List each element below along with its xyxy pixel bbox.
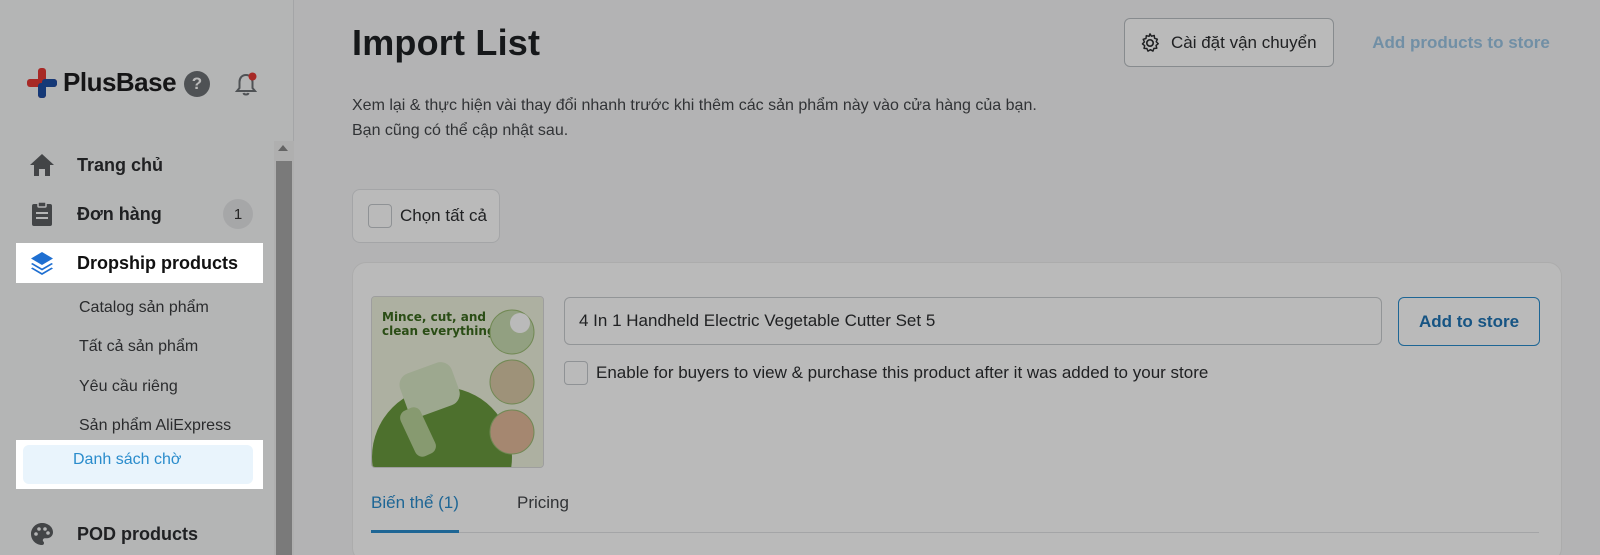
enable-purchase-label: Enable for buyers to view & purchase thi… [596,363,1209,382]
sidebar-subitem-label: Danh sách chờ [73,451,182,468]
svg-text:clean everything: clean everything [382,324,496,338]
add-products-to-store-button[interactable]: Add products to store [1342,18,1580,67]
product-title-input[interactable]: 4 In 1 Handheld Electric Vegetable Cutte… [564,297,1382,345]
select-all-label: Chọn tất cả [400,206,487,225]
description-line-1: Xem lại & thực hiện vài thay đổi nhanh t… [352,97,1037,114]
home-icon [29,152,55,178]
sidebar-subitem-aliexpress[interactable]: Sản phẩm AliExpress [79,417,231,435]
main-content: Import List Cài đặt vận chuyển Add produ… [294,0,1600,555]
gear-icon [1141,32,1159,52]
select-all-checkbox[interactable] [368,204,392,228]
plusbase-logo-icon [27,67,57,98]
enable-purchase-checkbox[interactable] [564,361,588,385]
product-tabs: Biến thể (1) Pricing [371,485,1539,533]
sidebar-item-label: Dropship products [77,252,238,273]
palette-icon [29,521,55,547]
product-card: Mince, cut, and clean everything 4 In 1 … [352,262,1562,555]
description-line-2: Bạn cũng có thể cập nhật sau. [352,122,569,139]
sidebar-item-dropship-products[interactable]: Dropship products [16,243,263,283]
sidebar-subitem-all-products[interactable]: Tất cả sản phẩm [79,338,198,356]
notification-bell-icon[interactable] [233,72,259,98]
sidebar-item-label: POD products [77,523,199,544]
sidebar-subitem-catalog[interactable]: Catalog sản phẩm [79,299,209,317]
sidebar-scrollbar[interactable] [274,141,294,555]
enable-purchase-option[interactable]: Enable for buyers to view & purchase thi… [564,361,1208,385]
product-image[interactable]: Mince, cut, and clean everything [371,296,544,468]
tab-pricing[interactable]: Pricing [517,485,569,533]
page-description: Xem lại & thực hiện vài thay đổi nhanh t… [352,93,1037,143]
help-icon[interactable]: ? [184,71,210,97]
sidebar-item-orders[interactable]: Đơn hàng 1 [16,194,263,234]
layers-icon [29,250,55,276]
sidebar-subitem-custom-requests[interactable]: Yêu cầu riêng [79,378,178,396]
shipping-settings-button[interactable]: Cài đặt vận chuyển [1124,18,1334,67]
sidebar-item-label: Đơn hàng [77,203,162,224]
sidebar-item-label: Trang chủ [77,154,164,175]
logo-text: PlusBase [63,67,177,97]
svg-text:Mince, cut, and: Mince, cut, and [382,310,486,324]
shipping-settings-label: Cài đặt vận chuyển [1171,32,1317,52]
sidebar-item-pod-products[interactable]: POD products [16,514,263,554]
clipboard-icon [29,201,55,227]
tab-variants[interactable]: Biến thể (1) [371,485,459,533]
select-all-control[interactable]: Chọn tất cả [352,189,500,243]
add-to-store-button[interactable]: Add to store [1398,297,1540,346]
sidebar-item-home[interactable]: Trang chủ [16,145,263,185]
scroll-up-arrow-icon[interactable] [278,145,288,151]
page-title: Import List [352,22,541,63]
scroll-thumb[interactable] [276,161,292,555]
plusbase-logo[interactable]: PlusBase [27,67,177,98]
sidebar-subitem-waitlist[interactable]: Danh sách chờ [16,440,263,489]
orders-count-badge: 1 [223,199,253,229]
